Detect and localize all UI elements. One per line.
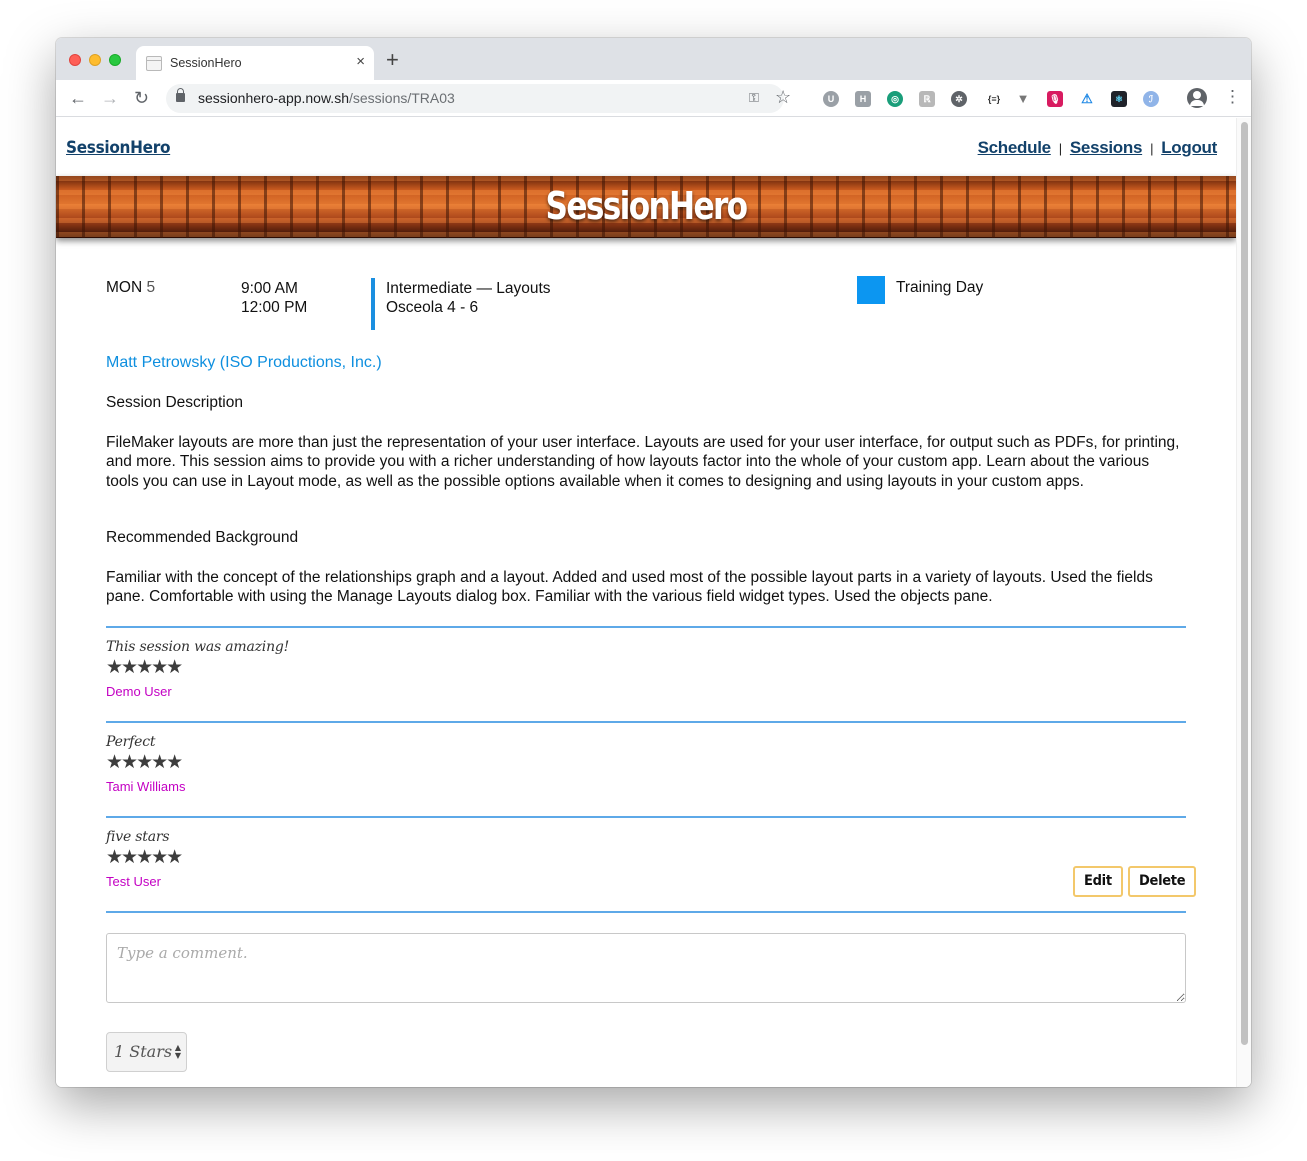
reload-icon[interactable]: ↻ — [134, 88, 149, 108]
lock-icon[interactable] — [176, 88, 185, 102]
hero-banner: SessionHero — [56, 176, 1236, 238]
reviewer-name: Demo User — [106, 684, 172, 699]
nav-separator: | — [1150, 141, 1154, 156]
edit-review-button[interactable]: Edit — [1073, 866, 1123, 897]
reviewer-name: Test User — [106, 874, 161, 889]
review-divider — [106, 911, 1186, 913]
hero-title: SessionHero — [545, 184, 749, 228]
review-stars: ★★★★★ — [106, 847, 183, 868]
track-name: Training Day — [896, 279, 984, 296]
session-room: Osceola 4 - 6 — [386, 299, 479, 316]
delete-review-button[interactable]: Delete — [1128, 866, 1197, 897]
session-accent-bar — [371, 278, 375, 330]
extension-warning-icon[interactable]: ⚠ — [1079, 91, 1095, 107]
review-divider — [106, 626, 1186, 628]
browser-toolbar: ← → ↻ sessionhero-app.now.sh/sessions/TR… — [56, 80, 1251, 117]
rating-select[interactable]: 1 Stars ▲ ▼ — [106, 1032, 187, 1072]
page-scrollbar[interactable] — [1236, 118, 1251, 1087]
day-number: 5 — [146, 279, 156, 296]
extension-gear-icon[interactable]: ✲ — [951, 91, 967, 107]
page-viewport: SessionHero Schedule | Sessions | Logout Ses… — [56, 118, 1251, 1087]
end-time: 12:00 PM — [241, 299, 308, 316]
url-text[interactable]: sessionhero-app.now.sh/sessions/TRA03 — [198, 90, 455, 106]
key-icon[interactable]: ⚿ — [749, 90, 759, 106]
nav-separator: | — [1058, 141, 1062, 156]
day-name: MON — [106, 279, 143, 296]
browser-menu-icon[interactable]: ⋮ — [1224, 87, 1241, 107]
review-divider — [106, 721, 1186, 723]
session-times: 9:00 AM 12:00 PM — [241, 279, 307, 317]
reviewer-name: Tami Williams — [106, 779, 186, 794]
review-item: This session was amazing! ★★★★★ Demo Use… — [106, 639, 1186, 715]
session-header: MON 5 9:00 AM 12:00 PM Intermediate — La… — [106, 276, 1186, 330]
forward-icon[interactable]: → — [101, 88, 119, 108]
extension-globe-icon[interactable]: ◎ — [887, 91, 903, 107]
maximize-window-button[interactable] — [109, 54, 121, 66]
description-heading: Session Description — [106, 394, 243, 411]
top-nav: Schedule | Sessions | Logout — [978, 138, 1218, 158]
address-bar[interactable]: sessionhero-app.now.sh/sessions/TRA03 ⚿ … — [166, 84, 791, 113]
tab-title: SessionHero — [170, 56, 242, 70]
tab-close-icon[interactable]: × — [356, 54, 365, 70]
review-divider — [106, 816, 1186, 818]
scrollbar-thumb[interactable] — [1241, 122, 1248, 1045]
extension-u-icon[interactable]: U — [823, 91, 839, 107]
review-text: This session was amazing! — [106, 639, 290, 655]
extension-vue-icon[interactable]: ▼ — [1015, 91, 1031, 107]
tab-sessionhero[interactable]: SessionHero × — [136, 46, 374, 80]
comment-input[interactable] — [106, 933, 1186, 1003]
extension-react-icon[interactable]: ⚛ — [1111, 91, 1127, 107]
select-arrows-icon: ▲ ▼ — [174, 1043, 181, 1060]
background-heading: Recommended Background — [106, 529, 299, 546]
review-text: Perfect — [106, 734, 156, 750]
session-day: MON 5 — [106, 279, 155, 297]
description-text: FileMaker layouts are more than just the… — [106, 434, 1180, 490]
track-color-swatch — [857, 276, 885, 304]
profile-avatar-icon[interactable] — [1187, 88, 1207, 108]
browser-window: SessionHero × + ← → ↻ sessionhero-app.no… — [56, 38, 1251, 1087]
extension-h-icon[interactable]: H — [855, 91, 871, 107]
nav-logout-link[interactable]: Logout — [1161, 138, 1217, 157]
brand-link[interactable]: SessionHero — [66, 138, 170, 158]
review-text: five stars — [106, 829, 170, 845]
session-title-room: Intermediate — Layouts Osceola 4 - 6 — [386, 279, 551, 317]
extension-r-icon[interactable]: ℝ — [919, 91, 935, 107]
rating-select-value: 1 Stars — [114, 1042, 173, 1061]
review-stars: ★★★★★ — [106, 752, 183, 773]
url-host: sessionhero-app.now.sh — [198, 90, 349, 106]
review-item: five stars ★★★★★ Test User Edit Delete — [106, 829, 1197, 905]
nav-sessions-link[interactable]: Sessions — [1070, 138, 1143, 157]
review-item: Perfect ★★★★★ Tami Williams — [106, 734, 1186, 810]
background-text: Familiar with the concept of the relatio… — [106, 569, 1153, 606]
speaker-link[interactable]: Matt Petrowsky (ISO Productions, Inc.) — [106, 354, 382, 372]
extension-mic-icon[interactable]: 🎙 — [1047, 91, 1063, 107]
session-title: Intermediate — Layouts — [386, 280, 551, 297]
close-window-button[interactable] — [69, 54, 81, 66]
extension-json-icon[interactable]: {≡} — [983, 91, 1005, 107]
review-stars: ★★★★★ — [106, 657, 183, 678]
start-time: 9:00 AM — [241, 280, 298, 297]
page-favicon-icon — [146, 56, 162, 71]
extension-i-icon[interactable]: ℐ — [1143, 91, 1159, 107]
url-path: /sessions/TRA03 — [349, 90, 455, 106]
tab-bar: SessionHero × + — [56, 38, 1251, 80]
new-tab-button[interactable]: + — [386, 49, 399, 71]
minimize-window-button[interactable] — [89, 54, 101, 66]
nav-schedule-link[interactable]: Schedule — [978, 138, 1051, 157]
bookmark-star-icon[interactable]: ☆ — [775, 87, 791, 108]
back-icon[interactable]: ← — [69, 88, 87, 108]
